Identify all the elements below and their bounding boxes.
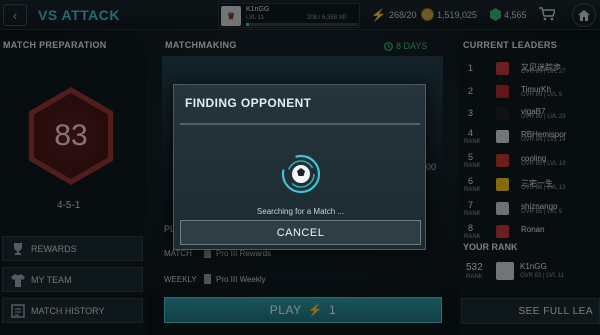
finding-opponent-dialog: FINDING OPPONENT Searching for a Match .… [173,84,426,250]
loading-spinner-icon [281,154,321,194]
dialog-title: FINDING OPPONENT [185,96,312,110]
divider [180,123,420,125]
cancel-button[interactable]: CANCEL [180,220,421,245]
vs-attack-screen: ‹ VS ATTACK ♕ K1nGG LVL 11 208 / 6,358 X… [0,0,600,335]
searching-message: Searching for a Match ... [256,207,345,216]
